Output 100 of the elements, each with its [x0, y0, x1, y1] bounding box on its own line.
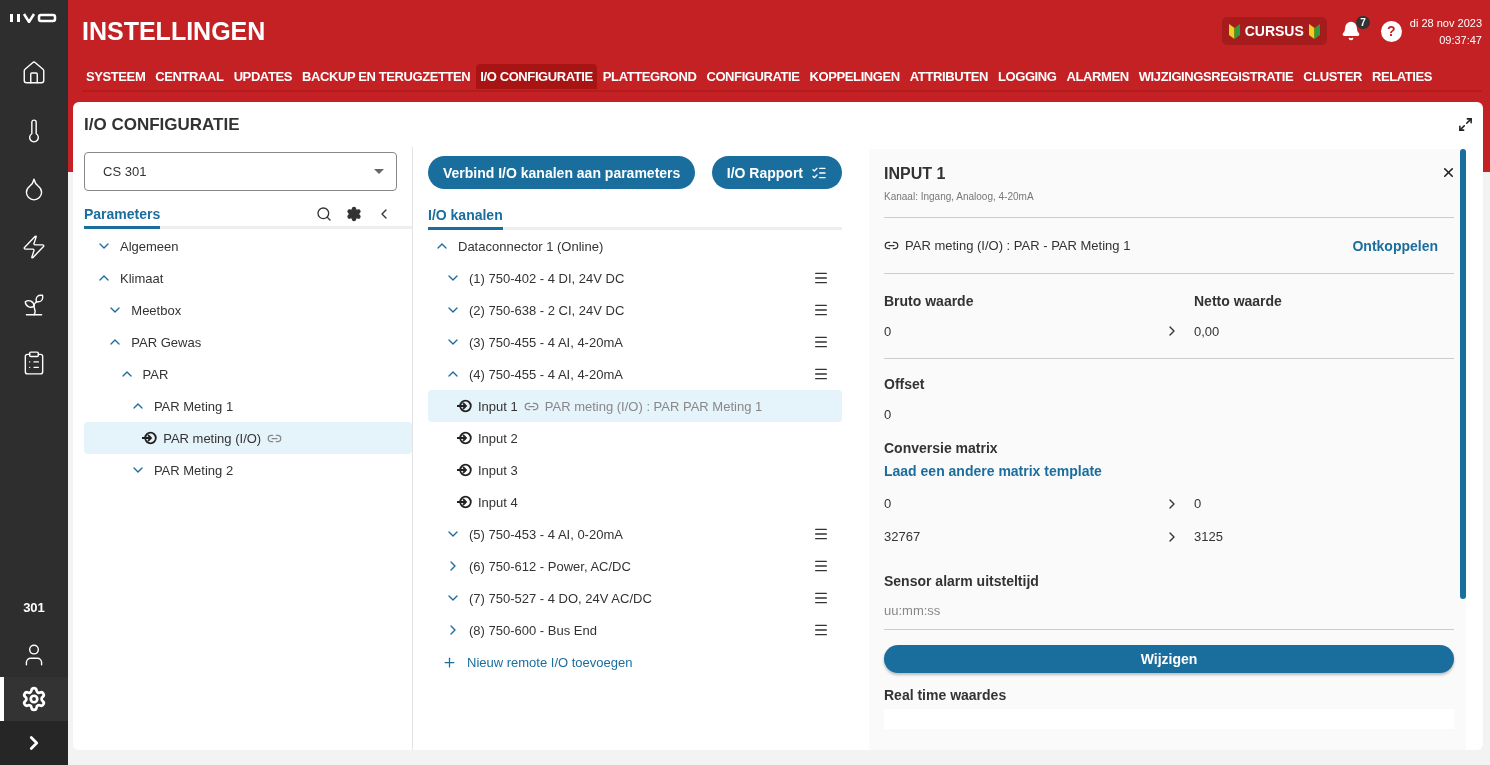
input-icon: [141, 431, 158, 445]
lightning-icon: [21, 234, 47, 260]
channel-row[interactable]: Input 3: [428, 454, 842, 486]
menu-icon[interactable]: [813, 590, 829, 606]
tree-label[interactable]: Klimaat: [120, 270, 164, 286]
bell-icon[interactable]: [1340, 21, 1361, 41]
detail-title: INPUT 1: [884, 165, 947, 183]
settings-icon: [21, 686, 47, 712]
scrollbar[interactable]: [1460, 149, 1466, 599]
menu-icon[interactable]: [813, 302, 829, 318]
notification-count: 7: [1356, 16, 1370, 29]
tree-label[interactable]: PAR Meting 2: [153, 462, 234, 478]
field-label: Bruto waarde: [884, 293, 975, 309]
help-button[interactable]: ?: [1380, 20, 1402, 42]
settings-item[interactable]: [0, 677, 68, 721]
menu-icon[interactable]: [813, 334, 829, 350]
channel-row[interactable]: Input 2: [428, 422, 842, 454]
nav-tab[interactable]: RELATIES: [1367, 63, 1437, 89]
nav-tab[interactable]: ATTRIBUTEN: [905, 63, 992, 89]
load-template-link[interactable]: Laad een andere matrix template: [884, 463, 1102, 479]
nav-tab[interactable]: PLATTEGROND: [598, 63, 701, 89]
beginner-icon: [1228, 23, 1240, 39]
matrix-input-value: 0: [884, 496, 893, 511]
unlink-link[interactable]: Ontkoppelen: [1352, 237, 1438, 254]
channel-label: PAR meting (I/O): [163, 430, 262, 446]
channel-label: Input 4: [478, 494, 518, 510]
menu-icon[interactable]: [813, 366, 829, 382]
menu-icon[interactable]: [813, 622, 829, 638]
nav-tab[interactable]: BACKUP EN TERUGZETTEN: [298, 63, 475, 89]
tree-label[interactable]: Dataconnector 1 (Online): [458, 238, 604, 254]
field-label: Sensor alarm uitsteltijd: [884, 573, 1040, 589]
logo: [10, 13, 58, 23]
tree-label[interactable]: (1) 750-402 - 4 DI, 24V DC: [469, 270, 625, 286]
linked-parameter: PAR meting (I/O) : PAR - PAR Meting 1: [905, 238, 1131, 253]
nav-tab[interactable]: CONFIGURATIE: [702, 63, 804, 89]
settings-icon[interactable]: [346, 205, 362, 222]
menu-icon[interactable]: [813, 558, 829, 574]
tree-label[interactable]: PAR Meting 1: [153, 398, 234, 414]
section-title: Real time waardes: [884, 687, 1008, 703]
nav-tab[interactable]: CENTRAAL: [151, 63, 228, 89]
date: di 28 nov 2023: [1409, 16, 1482, 29]
menu-icon[interactable]: [813, 526, 829, 542]
page-title: INSTELLINGEN: [82, 16, 267, 46]
field-label: Conversie matrix: [884, 440, 999, 456]
menu-icon[interactable]: [813, 270, 829, 286]
channel-row[interactable]: PAR meting (I/O): [84, 422, 412, 454]
nav-tab[interactable]: I/O CONFIGURATIE: [476, 63, 597, 89]
location-number: 301: [23, 600, 45, 615]
card-title: I/O CONFIGURATIE: [84, 114, 240, 135]
plus-icon: [442, 654, 457, 670]
tree-label[interactable]: (2) 750-638 - 2 CI, 24V DC: [469, 302, 625, 318]
tree-label[interactable]: Algemeen: [120, 238, 179, 254]
matrix-output-value: 0: [1194, 496, 1203, 511]
channels-tab[interactable]: I/O kanalen: [428, 202, 503, 230]
tree-label[interactable]: PAR: [142, 366, 169, 382]
nav-tab[interactable]: WIJZIGINGSREGISTRATIE: [1134, 63, 1298, 89]
tree-label[interactable]: (3) 750-455 - 4 AI, 4-20mA: [469, 334, 623, 350]
tree-label[interactable]: (6) 750-612 - Power, AC/DC: [469, 558, 631, 574]
nav-tab[interactable]: SYSTEEM: [82, 63, 150, 89]
matrix-input-value: 32767: [884, 529, 922, 544]
delay-field[interactable]: uu:mm:ss: [884, 603, 1084, 618]
add-remote-io-button[interactable]: Nieuw remote I/O toevoegen: [428, 646, 842, 678]
input-icon: [456, 463, 472, 477]
nav-tab[interactable]: KOPPELINGEN: [805, 63, 904, 89]
offset-value: 0: [884, 406, 893, 422]
channel-label: Input 1: [478, 398, 518, 414]
detail-subtitle: Kanaal: Ingang, Analoog, 4-20mA: [884, 191, 1034, 202]
home-icon: [21, 60, 47, 86]
channel-row[interactable]: Input 1 PAR meting (I/O) : PAR PAR Meting 1: [428, 390, 842, 422]
change-button[interactable]: Wijzigen: [884, 645, 1454, 673]
expand-icon[interactable]: [1458, 117, 1473, 132]
channel-row[interactable]: Input 4: [428, 486, 842, 518]
input-icon: [456, 495, 472, 509]
nav-tab[interactable]: UPDATES: [229, 63, 296, 89]
connect-button[interactable]: Verbind I/O kanalen aan parameters: [428, 156, 696, 189]
matrix-output-value: 3125: [1194, 529, 1224, 544]
channel-label: Input 3: [478, 462, 518, 478]
tree-label[interactable]: Meetbox: [131, 302, 182, 318]
search-icon[interactable]: [316, 205, 332, 222]
link-label: PAR meting (I/O) : PAR PAR Meting 1: [544, 398, 763, 414]
gross-value: 0: [884, 323, 893, 339]
tree-label[interactable]: (4) 750-455 - 4 AI, 4-20mA: [469, 366, 623, 382]
nav-tab[interactable]: ALARMEN: [1062, 63, 1133, 89]
field-label: Offset: [884, 376, 926, 392]
parameters-tab[interactable]: Parameters: [84, 201, 161, 229]
input-icon: [456, 399, 472, 413]
tree-label[interactable]: PAR Gewas: [131, 334, 202, 350]
tree-label[interactable]: (8) 750-600 - Bus End: [469, 622, 597, 638]
channel-label: Input 2: [478, 430, 518, 446]
input-icon: [456, 431, 472, 445]
nav-tab[interactable]: LOGGING: [993, 63, 1061, 89]
report-button[interactable]: I/O Rapport: [711, 156, 842, 189]
system-select[interactable]: CS 301: [84, 152, 397, 191]
nav-tab[interactable]: CLUSTER: [1299, 63, 1366, 89]
time: 09:37:47: [1439, 33, 1482, 46]
tree-label[interactable]: (5) 750-453 - 4 AI, 0-20mA: [469, 526, 623, 542]
beginner-icon: [1308, 23, 1320, 39]
net-value: 0,00: [1194, 323, 1221, 339]
close-icon[interactable]: [1441, 165, 1456, 180]
tree-label[interactable]: (7) 750-527 - 4 DO, 24V AC/DC: [469, 590, 652, 606]
